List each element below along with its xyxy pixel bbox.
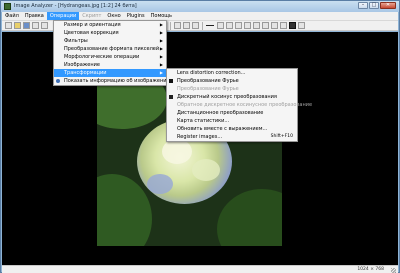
menu-item-distance-transform[interactable]: Дистанционное преобразование [167, 109, 297, 117]
menu-help[interactable]: Помощь [148, 12, 175, 20]
menu-item-label: Карта статистики... [177, 118, 230, 124]
status-bar: 1024 × 768 [2, 265, 398, 273]
paste-icon[interactable] [41, 22, 48, 29]
crop-icon[interactable] [280, 22, 287, 29]
background-color-icon[interactable] [298, 22, 305, 29]
image-dimensions: 1024 × 768 [357, 267, 384, 272]
menu-item-label: Дистанционное преобразование [177, 110, 264, 116]
menu-item-pixel-format[interactable]: Преобразование формата пикселей ▶ [54, 45, 166, 53]
menu-item-dct[interactable]: Дискретный косинус преобразования [167, 93, 297, 101]
selection-ellipse-icon[interactable] [244, 22, 251, 29]
close-button[interactable]: ✕ [380, 2, 396, 9]
menu-item-image[interactable]: Изображение ▶ [54, 61, 166, 69]
window-controls: – □ ✕ [358, 2, 396, 9]
open-folder-icon[interactable] [14, 22, 21, 29]
menu-item-inverse-fourier: Преобразование Фурье [167, 85, 297, 93]
title-bar[interactable]: Image Analyzer - [Hydrangeas.jpg [1:2] 2… [1, 1, 399, 12]
menu-item-label: Lens distortion correction... [177, 70, 246, 76]
photo-flower-highlight [192, 159, 220, 181]
menu-item-label: Register images... [177, 134, 223, 140]
menu-item-update-expression[interactable]: Обновить вместе с выражением... [167, 125, 297, 133]
menu-item-label: Размер и ориентация [64, 22, 121, 28]
menu-item-label: Изображение [64, 62, 100, 68]
menu-window[interactable]: Окно [104, 12, 123, 20]
hand-tool-icon[interactable] [183, 22, 190, 29]
submenu-arrow-icon: ▶ [159, 54, 163, 59]
menu-item-label: Цветовая коррекция [64, 30, 119, 36]
menu-edit[interactable]: Правка [22, 12, 47, 20]
menu-item-statistics-map[interactable]: Карта статистики... [167, 117, 297, 125]
menu-item-label: Преобразование формата пикселей [64, 46, 160, 52]
line-width-icon[interactable] [206, 25, 214, 26]
copy-icon[interactable] [32, 22, 39, 29]
photo-leaf [97, 79, 167, 129]
maximize-button[interactable]: □ [369, 2, 379, 9]
photo-leaf [217, 189, 282, 246]
menu-item-label: Преобразование Фурье [177, 78, 239, 84]
foreground-color-icon[interactable] [289, 22, 296, 29]
menu-item-label: Морфологические операции [64, 54, 140, 60]
menu-item-transformations[interactable]: Трансформации ▶ [54, 69, 166, 77]
menu-item-label: Преобразование Фурье [177, 86, 239, 92]
menu-script[interactable]: Скрипт [79, 12, 104, 20]
resize-grip-icon[interactable] [391, 268, 396, 273]
photo-leaf [97, 174, 152, 246]
photo-flower-blue [147, 174, 173, 194]
menu-plugins[interactable]: Plugins [124, 12, 148, 20]
fill-icon[interactable] [262, 22, 269, 29]
toolbar-separator [170, 22, 171, 30]
text-tool-icon[interactable] [271, 22, 278, 29]
toolbar-separator [202, 22, 203, 30]
menu-file[interactable]: Файл [2, 12, 22, 20]
dct-icon [169, 95, 173, 99]
menu-item-label: Фильтры [64, 38, 88, 44]
save-disk-icon[interactable] [23, 22, 30, 29]
menu-item-resize[interactable]: Размер и ориентация ▶ [54, 21, 166, 29]
shortcut-label: Shift+F10 [270, 134, 293, 139]
menu-item-label: Обратное дискретное косинусное преобразо… [177, 102, 313, 108]
menu-item-label: Дискретный косинус преобразования [177, 94, 277, 100]
menu-item-morphology[interactable]: Морфологические операции ▶ [54, 53, 166, 61]
photo-flower-highlight [162, 139, 192, 164]
transformations-submenu: Lens distortion correction... Преобразов… [166, 68, 312, 142]
selection-rect-icon[interactable] [235, 22, 242, 29]
submenu-arrow-icon: ▶ [159, 62, 163, 67]
menu-operations[interactable]: Операции [46, 12, 80, 20]
operations-menu: Размер и ориентация ▶ Цветовая коррекция ▶… [53, 20, 170, 86]
menu-item-filters[interactable]: Фильтры ▶ [54, 37, 166, 45]
zoom-tool-icon[interactable] [192, 22, 199, 29]
pointer-tool-icon[interactable] [174, 22, 181, 29]
submenu-arrow-icon: ▶ [159, 70, 163, 75]
menu-item-color-correction[interactable]: Цветовая коррекция ▶ [54, 29, 166, 37]
menu-item-label: Трансформации [64, 70, 107, 76]
window-title: Image Analyzer - [Hydrangeas.jpg [1:2] 2… [14, 3, 137, 9]
eraser-icon[interactable] [253, 22, 260, 29]
menu-item-label: Показать информацию об изображении [64, 78, 170, 84]
menu-item-image-info[interactable]: Показать информацию об изображении [54, 77, 170, 85]
app-logo-icon [4, 3, 11, 10]
info-icon [56, 79, 60, 83]
menu-item-fourier[interactable]: Преобразование Фурье [167, 77, 297, 85]
menu-item-label: Обновить вместе с выражением... [177, 126, 268, 132]
submenu-arrow-icon: ▶ [159, 46, 163, 51]
submenu-arrow-icon: ▶ [159, 22, 163, 27]
brush-icon[interactable] [217, 22, 224, 29]
menu-item-register-images[interactable]: Register images... Shift+F10 [167, 133, 297, 141]
menu-item-inverse-dct: Обратное дискретное косинусное преобразо… [167, 101, 312, 109]
pencil-icon[interactable] [226, 22, 233, 29]
fourier-icon [169, 79, 173, 83]
submenu-arrow-icon: ▶ [159, 38, 163, 43]
new-file-icon[interactable] [5, 22, 12, 29]
menu-item-lens-distortion[interactable]: Lens distortion correction... [167, 69, 297, 77]
minimize-button[interactable]: – [358, 2, 368, 9]
submenu-arrow-icon: ▶ [159, 30, 163, 35]
